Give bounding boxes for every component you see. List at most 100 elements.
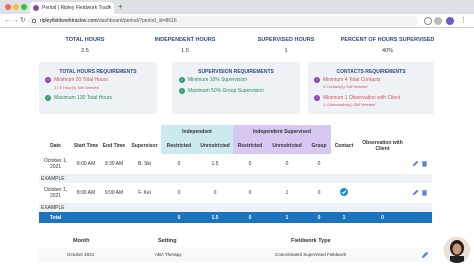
req-min-total-hours-note: 17.5 Hour(s) Still Needed xyxy=(54,85,99,90)
total-group: 0 xyxy=(307,212,331,223)
col-sup-restricted: Restricted xyxy=(233,138,267,154)
presenter-avatar xyxy=(444,237,470,263)
back-icon[interactable]: ← xyxy=(4,16,11,26)
cell-setting: ABA Therapy xyxy=(155,252,182,257)
total-row: Total 0 1.5 0 1 0 1 0 xyxy=(39,212,432,223)
cell-start: 8:00 AM xyxy=(76,161,96,167)
col-unrestricted: Unrestricted xyxy=(197,138,233,154)
site-favicon-icon xyxy=(33,5,39,11)
stat-value-supervised: 1 xyxy=(284,48,288,54)
edit-icon[interactable] xyxy=(412,189,419,196)
new-tab-button[interactable]: + xyxy=(118,2,123,12)
table-row: October 1, 2021 8:00 AM 9:00 AM F. Kel 0… xyxy=(39,183,432,203)
req-min-observation-note: 1 Observation(s) Still Needed xyxy=(323,102,376,107)
col-setting: Setting xyxy=(158,238,177,244)
fail-icon: ! xyxy=(314,77,320,83)
tab-title: Period | Ripley Fieldwork Track xyxy=(42,5,111,11)
col-fieldwork-type: Fieldwork Type xyxy=(291,238,331,244)
browser-menu-icon[interactable]: ⋮ xyxy=(460,16,467,26)
address-bar: ← → ↻ ripleyfieldworktracker.com/dashboa… xyxy=(0,14,474,28)
url-field[interactable]: ripleyfieldworktracker.com/dashboard/per… xyxy=(28,16,418,26)
req-min-contacts: Minimum 4 Total Contacts xyxy=(323,77,381,83)
stat-value-percent-supervised: 40% xyxy=(381,48,393,54)
edit-icon[interactable] xyxy=(412,160,419,167)
reload-icon[interactable]: ↻ xyxy=(20,16,26,26)
req-min-total-hours: Minimum 20 Total Hours xyxy=(54,77,108,83)
card-title-supervision: SUPERVISION REQUIREMENTS xyxy=(198,69,274,75)
cell-observation xyxy=(357,154,408,174)
col-restricted: Restricted xyxy=(161,138,197,154)
close-tab-icon[interactable]: × xyxy=(107,2,111,14)
presenter-face-icon xyxy=(444,237,470,263)
total-restricted: 0 xyxy=(161,212,197,223)
cell-date: October 1, 2021 xyxy=(43,187,68,199)
browser-tab[interactable]: Period | Ripley Fieldwork Track × xyxy=(30,2,114,14)
maximize-window-icon[interactable] xyxy=(21,4,27,10)
row-label: EXAMPLE xyxy=(39,174,432,183)
col-supervisor: Supervisor xyxy=(131,143,158,149)
profile-avatar-icon[interactable] xyxy=(446,17,454,25)
cell-sup-restricted: 0 xyxy=(248,161,252,167)
cell-fieldwork-type: Concentrated Supervised Fieldwork xyxy=(275,252,347,257)
extensions-icon[interactable] xyxy=(434,17,442,25)
cell-unrestricted: 0 xyxy=(213,190,217,196)
col-observation: Observation with Client xyxy=(362,140,403,152)
req-max-group-supervision: Maximum 50% Group Supervision xyxy=(188,88,264,94)
fieldwork-table: Independent Independent Supervised Date … xyxy=(39,125,432,223)
req-min-contacts-note: 4 Contact(s) Still Needed xyxy=(323,84,368,89)
cell-end: 9:00 AM xyxy=(104,190,124,196)
cell-supervisor: B. Ski xyxy=(137,161,152,167)
cell-group: 0 xyxy=(317,161,321,167)
forward-icon[interactable]: → xyxy=(12,16,19,26)
delete-icon[interactable] xyxy=(421,160,428,167)
stat-value-independent: 1.5 xyxy=(181,48,189,54)
cell-supervisor: F. Kel xyxy=(138,190,151,196)
req-min-supervision: Minimum 10% Supervision xyxy=(188,77,248,83)
col-month: Month xyxy=(73,238,90,244)
total-label: Total xyxy=(39,212,72,223)
close-window-icon[interactable] xyxy=(5,4,11,10)
stat-value-total: 2.5 xyxy=(81,48,89,54)
cell-unrestricted: 1.5 xyxy=(211,161,219,167)
cell-sup-restricted: 0 xyxy=(248,190,252,196)
total-contact: 1 xyxy=(331,212,357,223)
cell-end: 9:30 AM xyxy=(104,161,124,167)
total-sup-unrestricted: 1 xyxy=(267,212,307,223)
example-label: EXAMPLE xyxy=(39,203,432,212)
stat-label-percent-supervised: PERCENT OF HOURS SUPERVISED xyxy=(340,37,435,43)
table-row: October 1, 2021 8:00 AM 9:30 AM B. Ski 0… xyxy=(39,154,432,174)
req-max-total-hours: Maximum 130 Total Hours xyxy=(54,95,112,101)
check-icon: ✓ xyxy=(179,88,185,94)
col-contact: Contact xyxy=(334,143,354,149)
col-end-time: End Time xyxy=(102,143,126,149)
cell-date: October 1, 2021 xyxy=(43,158,68,170)
example-label: EXAMPLE xyxy=(39,174,432,183)
stat-label-independent: INDEPENDENT HOURS xyxy=(154,37,216,43)
cell-observation xyxy=(357,183,408,203)
url-host: ripleyfieldworktracker.com xyxy=(40,18,98,24)
delete-icon[interactable] xyxy=(421,189,428,196)
browser-tab-bar: Period | Ripley Fieldwork Track × + xyxy=(0,0,474,14)
col-date: Date xyxy=(50,143,61,149)
req-min-observation: Minimum 1 Observation with Client xyxy=(323,95,401,101)
lock-icon xyxy=(32,19,36,23)
stat-label-supervised: SUPERVISED HOURS xyxy=(257,37,315,43)
col-sup-unrestricted: Unrestricted xyxy=(267,138,307,154)
minimize-window-icon[interactable] xyxy=(13,4,19,10)
group-supervised: Independent Supervised xyxy=(233,125,331,138)
cell-restricted: 0 xyxy=(177,161,181,167)
contact-check-icon xyxy=(340,188,348,196)
group-independent: Independent xyxy=(161,125,233,138)
edit-icon[interactable] xyxy=(421,251,429,259)
table-header-row: Date Start Time End Time Supervisor Rest… xyxy=(39,138,432,154)
stat-label-total: TOTAL HOURS xyxy=(65,37,105,43)
cell-restricted: 0 xyxy=(177,190,181,196)
cell-contact xyxy=(331,154,357,174)
cell-contact xyxy=(331,183,357,203)
fail-icon: ! xyxy=(314,95,320,101)
cell-month: October 2021 xyxy=(67,252,95,257)
url-path: /dashboard/period/?period_id=8616 xyxy=(97,18,177,24)
cell-group: 0 xyxy=(317,190,321,196)
col-group: Group xyxy=(307,138,331,154)
star-icon[interactable] xyxy=(424,17,432,25)
